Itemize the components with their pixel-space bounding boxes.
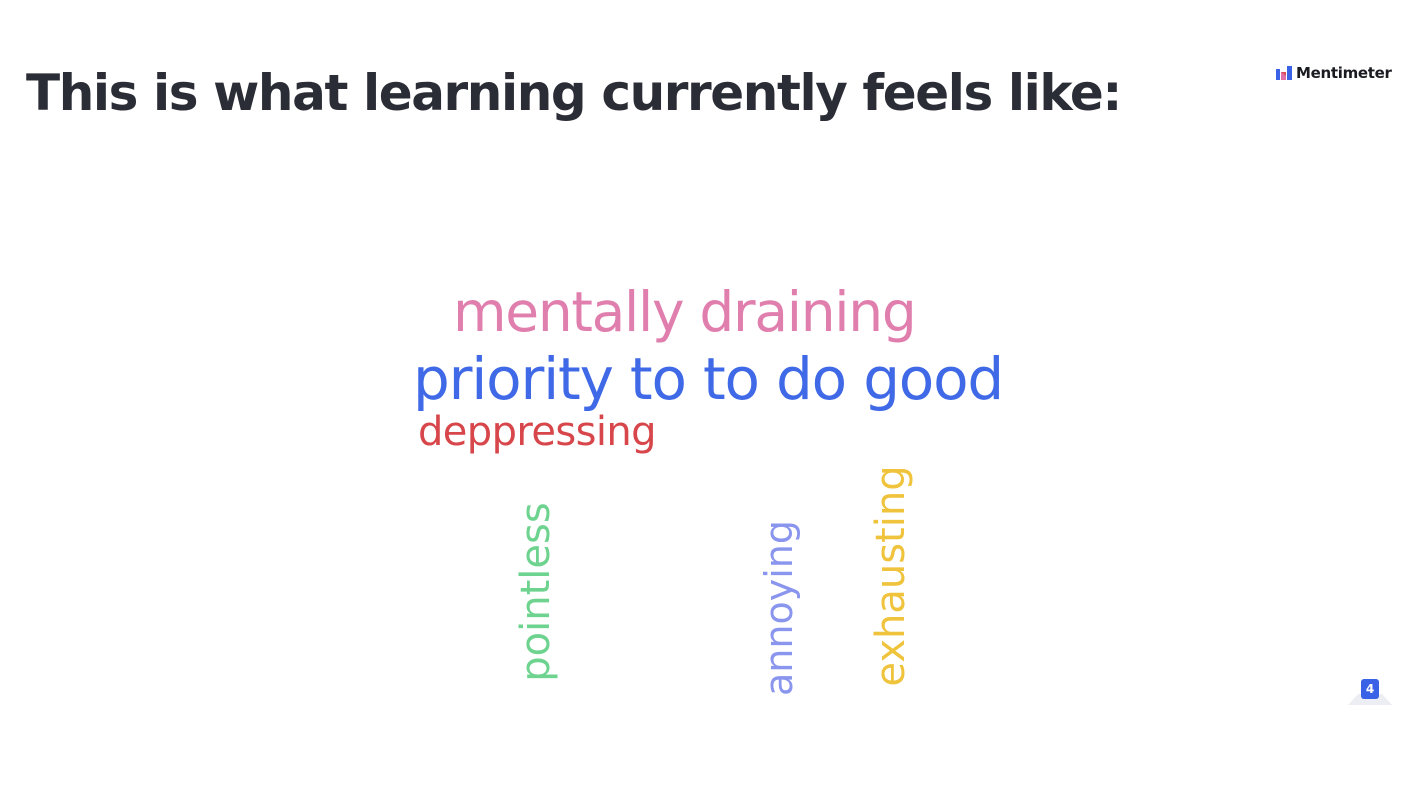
word-mentally-draining: mentally draining (453, 280, 917, 344)
presentation-slide: This is what learning currently feels li… (0, 0, 1422, 800)
response-counter[interactable]: 4 (1348, 678, 1392, 706)
word-annoying: annoying (757, 520, 801, 696)
word-deppressing: deppressing (418, 409, 657, 455)
word-priority-to-to-do-good: priority to to do good (413, 345, 1004, 413)
word-cloud: mentally draining priority to to do good… (0, 0, 1422, 800)
word-exhausting: exhausting (868, 465, 914, 687)
word-pointless: pointless (513, 502, 559, 682)
response-count-badge: 4 (1361, 679, 1379, 699)
